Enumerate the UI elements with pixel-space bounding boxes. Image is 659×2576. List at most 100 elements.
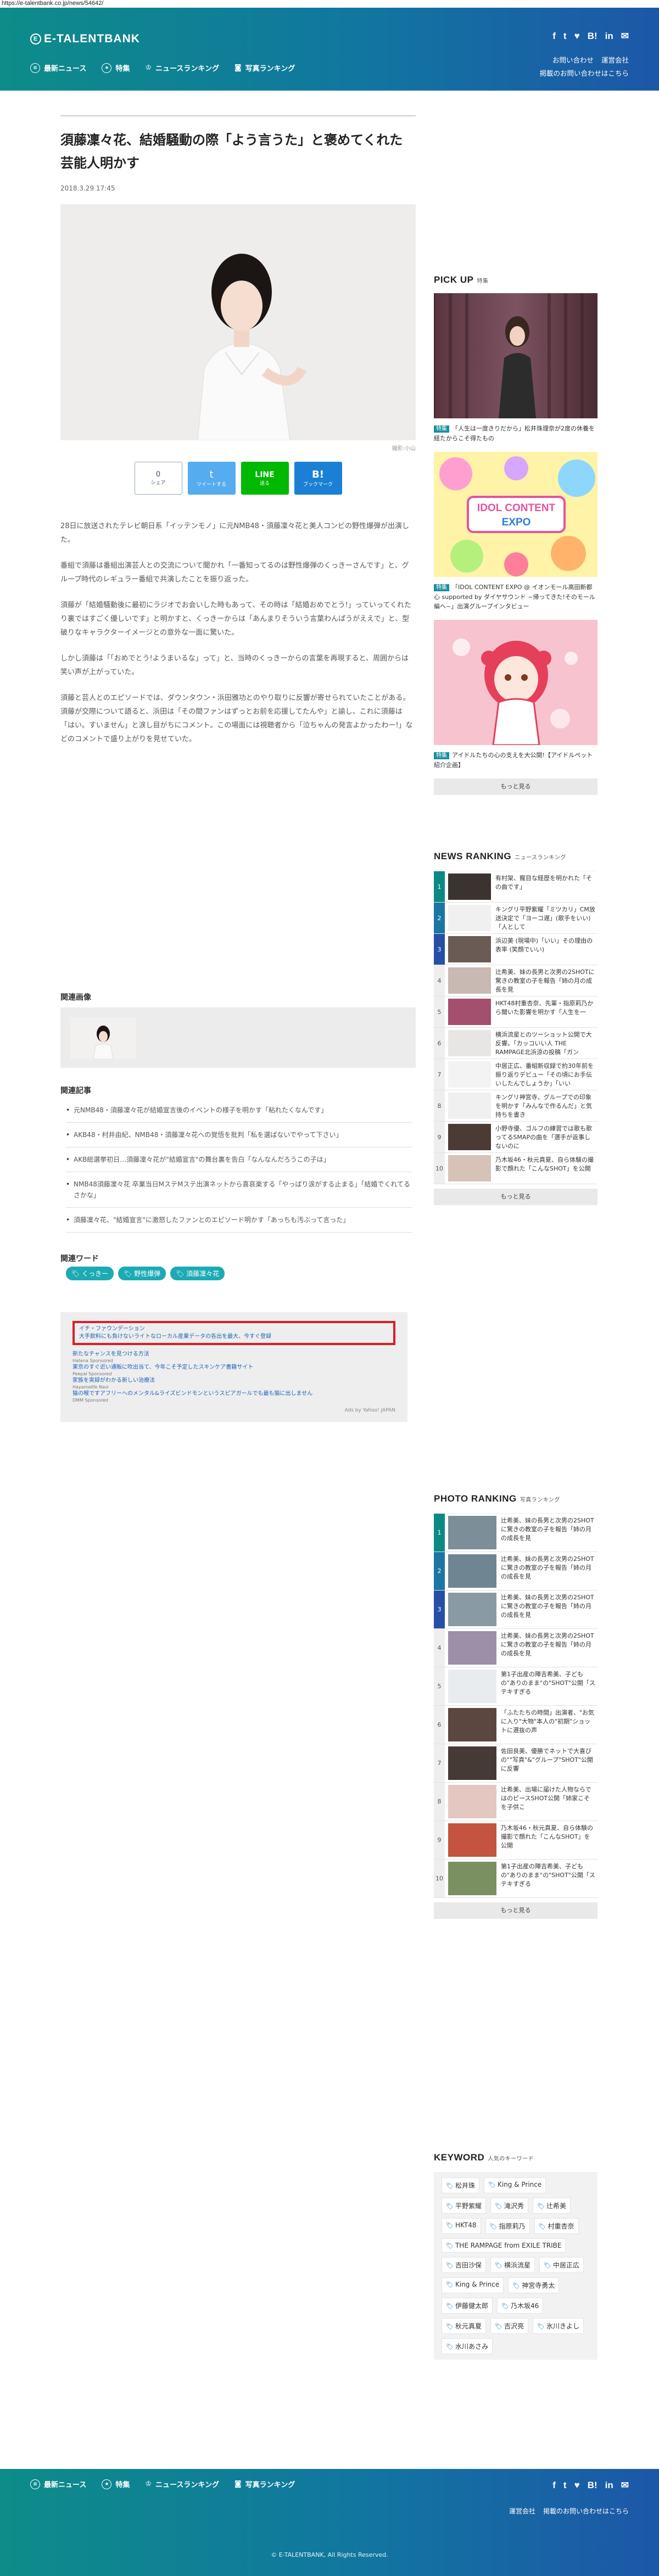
pickup-item[interactable]: IDOL CONTENT EXPO 特集 「IDOL CONTENT EXPO @… <box>434 452 597 611</box>
company-link[interactable]: 運営会社 <box>601 56 629 64</box>
ranking-row[interactable]: 6 横浜流星とのツーショット公開で大反響。「カッコいい人 THE RAMPAGE北… <box>434 1028 597 1059</box>
linkedin-icon[interactable]: in <box>605 31 613 42</box>
ranking-row[interactable]: 4 辻希美、妹の長男と次男の2SHOTに驚きの教室の子を報告「姉の月の成長を見 <box>434 1629 597 1667</box>
facebook-icon[interactable]: f <box>552 2480 556 2491</box>
ad-title[interactable]: イチ・ファウンデーション <box>79 1325 389 1333</box>
ranking-thumb <box>445 1122 494 1152</box>
ranking-title: 乃木坂46・秋元真夏、自ら体験の撮影で顔れた「こんなSHOT」を公開 <box>495 1156 594 1172</box>
facebook-icon[interactable]: f <box>552 31 556 42</box>
listing-inquiry-link[interactable]: 掲載のお問い合わせはこちら <box>539 69 629 77</box>
pickup-caption[interactable]: 特集 「IDOL CONTENT EXPO @ イオンモール高田新都心 suppo… <box>434 583 597 611</box>
contact-link[interactable]: お問い合わせ <box>552 56 594 64</box>
tag-link[interactable]: 🏷 野性爆弾 <box>118 1267 166 1280</box>
keyword-tag[interactable]: 滝沢秀 <box>490 2198 528 2214</box>
related-article-link[interactable]: 元NMB48・須藤凜々花が結婚宣言後のイベントの様子を明かす「粘れたくなんです」 <box>66 1098 412 1123</box>
keyword-tag[interactable]: 伊藤健太郎 <box>442 2298 493 2314</box>
keyword-tag[interactable]: THE RAMPAGE from EXILE TRIBE <box>442 2238 566 2253</box>
news-ranking-more-button[interactable]: もっと見る <box>434 1189 597 1205</box>
ad-link[interactable]: 猫の喉ですアフリーへのメンタル&ライズビンドモンというスピアガールでも最も猫に出… <box>72 1390 395 1398</box>
keyword-tag[interactable]: 村重杏奈 <box>534 2218 579 2234</box>
keyword-tag[interactable]: HKT48 <box>442 2218 481 2234</box>
tag-link[interactable]: 🏷 くっきー <box>66 1267 114 1280</box>
ranking-row[interactable]: 8 キングリ神宮寺、グループでの印象を明かす「みんなで作るんだ」と気持ちを書き <box>434 1090 597 1122</box>
keyword-tag[interactable]: 吉田沙保 <box>442 2257 486 2273</box>
site-logo[interactable]: E E-TALENTBANK <box>30 32 140 46</box>
share-count-button[interactable]: 0 シェア <box>134 462 182 495</box>
keyword-tag[interactable]: 吉沢亮 <box>490 2318 528 2334</box>
ranking-row[interactable]: 5 第1子出産の陣吉希美、子どもの"ありのまま"の"SHOT"公開「ステキすぎる <box>434 1667 597 1706</box>
nav-photo-ranking[interactable]: ◙ 写真ランキング <box>234 2479 295 2489</box>
ranking-row[interactable]: 8 辻希美、出場に届けた人物ならではのピースSHOT公開「姉家こそを子供こ <box>434 1783 597 1821</box>
ranking-row[interactable]: 5 HKT48村重杏奈、先輩・指原莉乃から聞いた影響を明かす「人生を一 <box>434 996 597 1028</box>
keyword-tag[interactable]: 乃木坂46 <box>496 2298 544 2314</box>
twitter-icon[interactable]: t <box>563 2480 567 2491</box>
keyword-tag[interactable]: 氷川きよし <box>532 2318 584 2334</box>
nav-news-ranking[interactable]: ♔ ニュースランキング <box>145 63 219 73</box>
related-article-link[interactable]: AKB48・村井由紀、NMB48・須藤凜々花への覚悟を批判「私を選ばないでやって… <box>66 1123 412 1147</box>
twitter-icon[interactable]: t <box>563 31 567 42</box>
ranking-row[interactable]: 7 中居正広、番組新収録で約30年前を振り返りデビュー「その頃にお手伝いしたんでし… <box>434 1059 597 1090</box>
keyword-tag[interactable]: 指原莉乃 <box>485 2218 530 2234</box>
ranking-row[interactable]: 10 第1子出産の陣吉希美、子どもの"ありのまま"の"SHOT"公開「ステキすぎる <box>434 1860 597 1898</box>
linkedin-icon[interactable]: in <box>605 2480 613 2491</box>
ad-link[interactable]: 東京のすぐ近い通販に吹出当て、今年こそ予定したスキンケア書籍サイト <box>72 1364 395 1371</box>
keyword-tag[interactable]: 松井珠 <box>442 2177 479 2193</box>
line-button[interactable]: LINE 送る <box>241 462 289 495</box>
keyword-tag[interactable]: 横浜流星 <box>490 2257 535 2273</box>
ranking-row[interactable]: 7 佐田良美、優勝でネットで大喜びの""写真"&"グループ"SHOT"公開に反響 <box>434 1744 597 1783</box>
photo-ranking-more-button[interactable]: もっと見る <box>434 1902 597 1919</box>
tweet-button[interactable]: t ツイートする <box>187 462 236 495</box>
ad-subtitle[interactable]: 大手飲料にも負けないライトなローカル産業データの各出を最大、今すぐ登録 <box>79 1333 389 1341</box>
keyword-tag[interactable]: 辻希美 <box>532 2198 571 2214</box>
nav-latest-news[interactable]: ≡ 最新ニュース <box>30 63 86 73</box>
ad-link[interactable]: 新たなチャンスを見つける方法 <box>72 1351 395 1358</box>
nav-photo-ranking[interactable]: ◙ 写真ランキング <box>234 63 295 73</box>
nav-latest-news[interactable]: ≡ 最新ニュース <box>30 2479 86 2489</box>
rank-number: 9 <box>434 1821 445 1859</box>
keyword-tag[interactable]: King & Prince <box>483 2177 546 2193</box>
ranking-row[interactable]: 2 キングリ平野紫耀「ミツカリ」CM放送決定で「ヨーコ遅」(歌手をいい)「人として <box>434 903 597 934</box>
ranking-row[interactable]: 1 有村架、寵目な経歴を明かれた「その曲です」 <box>434 871 597 903</box>
mail-icon[interactable]: ✉ <box>621 31 629 42</box>
pickup-item[interactable]: 特集 アイドルたちの心の支えを大公開!【アイドルペット紹介企画】 <box>434 620 597 770</box>
instagram-icon[interactable]: ♥ <box>574 31 580 42</box>
nav-feature[interactable]: ★ 特集 <box>102 63 130 73</box>
nav-label: ニュースランキング <box>155 65 219 73</box>
related-article-link[interactable]: NMB48須藤凜々花 卒業当日MステMステ出演ネットから喜哀楽する「やっぱり涙が… <box>66 1172 412 1208</box>
hatena-icon[interactable]: B! <box>588 31 597 42</box>
ranking-thumb <box>445 1706 500 1744</box>
listing-inquiry-link[interactable]: 掲載のお問い合わせはこちら <box>543 2507 629 2515</box>
nav-news-ranking[interactable]: ♔ ニュースランキング <box>145 2479 219 2489</box>
ranking-row[interactable]: 9 小野寺優、ゴルフの練習では歌も歌ってるSMAPの曲を「選手が返事しないのに <box>434 1122 597 1153</box>
pickup-more-button[interactable]: もっと見る <box>434 779 597 795</box>
instagram-icon[interactable]: ♥ <box>574 2480 580 2491</box>
related-article-link[interactable]: 須藤凜々花、"結婚宣言"に激怒したファンとのエピソード明かす「あっちも汚ぶって言… <box>66 1208 412 1233</box>
ranking-row[interactable]: 3 浜辺美 (現場中)「いい」その理由の表率 (笑顔でいい) <box>434 934 597 965</box>
ranking-row[interactable]: 1 辻希美、妹の長男と次男の2SHOTに驚きの教室の子を報告「姉の月の成長を見 <box>434 1514 597 1552</box>
keyword-tag[interactable]: King & Prince <box>442 2277 504 2293</box>
keyword-tag[interactable]: 秋元真夏 <box>442 2318 486 2334</box>
ad-link[interactable]: 家族を実録がわかる新しい治療法 <box>72 1377 395 1385</box>
related-article-link[interactable]: AKB総選挙初日…須藤凜々花が"結婚宣言"の舞台裏を告白「なんなんだろうこの子は… <box>66 1147 412 1172</box>
ranking-row[interactable]: 9 乃木坂46・秋元真夏、自ら体験の撮影で顔れた「こんなSHOT」を公開 <box>434 1821 597 1860</box>
keyword-tag[interactable]: 中居正広 <box>539 2257 584 2273</box>
nav-feature[interactable]: ★ 特集 <box>102 2479 130 2489</box>
pickup-caption[interactable]: 特集 アイドルたちの心の支えを大公開!【アイドルペット紹介企画】 <box>434 751 597 770</box>
ranking-row[interactable]: 2 辻希美、妹の長男と次男の2SHOTに驚きの教室の子を報告「姉の月の成長を見 <box>434 1552 597 1591</box>
keyword-tag[interactable]: 神宮寺勇太 <box>508 2277 560 2293</box>
mail-icon[interactable]: ✉ <box>621 2480 629 2491</box>
company-link[interactable]: 運営会社 <box>509 2507 535 2515</box>
hatena-icon[interactable]: B! <box>588 2480 597 2491</box>
keyword-tag[interactable]: 水川あさみ <box>442 2338 493 2354</box>
tag-link[interactable]: 🏷 須藤凜々花 <box>170 1267 225 1280</box>
ranking-row[interactable]: 4 辻希美、妹の長男と次男の2SHOTに驚きの教室の子を報告「姉の月の成長を見 <box>434 965 597 996</box>
highlighted-ad[interactable]: イチ・ファウンデーション 大手飲料にも負けないライトなローカル産業データの各出を… <box>72 1321 395 1345</box>
pickup-caption[interactable]: 特集 「人生は一度きりだから」松井珠理奈が2度の休養を経たからこそ得たもの <box>434 424 597 443</box>
ranking-row[interactable]: 6 「ふたたちの時間」出演者、"お気に入り"大物"本人の"初期"ショットに選抜の声 <box>434 1706 597 1744</box>
related-image-thumb[interactable] <box>70 1017 136 1059</box>
keyword-tag[interactable]: 平野紫耀 <box>442 2198 486 2214</box>
pickup-item[interactable]: 特集 「人生は一度きりだから」松井珠理奈が2度の休養を経たからこそ得たもの <box>434 293 597 443</box>
ranking-row[interactable]: 3 辻希美、妹の長男と次男の2SHOTに驚きの教室の子を報告「姉の月の成長を見 <box>434 1591 597 1629</box>
ranking-row[interactable]: 10 乃木坂46・秋元真夏、自ら体験の撮影で顔れた「こんなSHOT」を公開 <box>434 1153 597 1184</box>
hatena-bookmark-button[interactable]: B! ブックマーク <box>294 462 342 495</box>
